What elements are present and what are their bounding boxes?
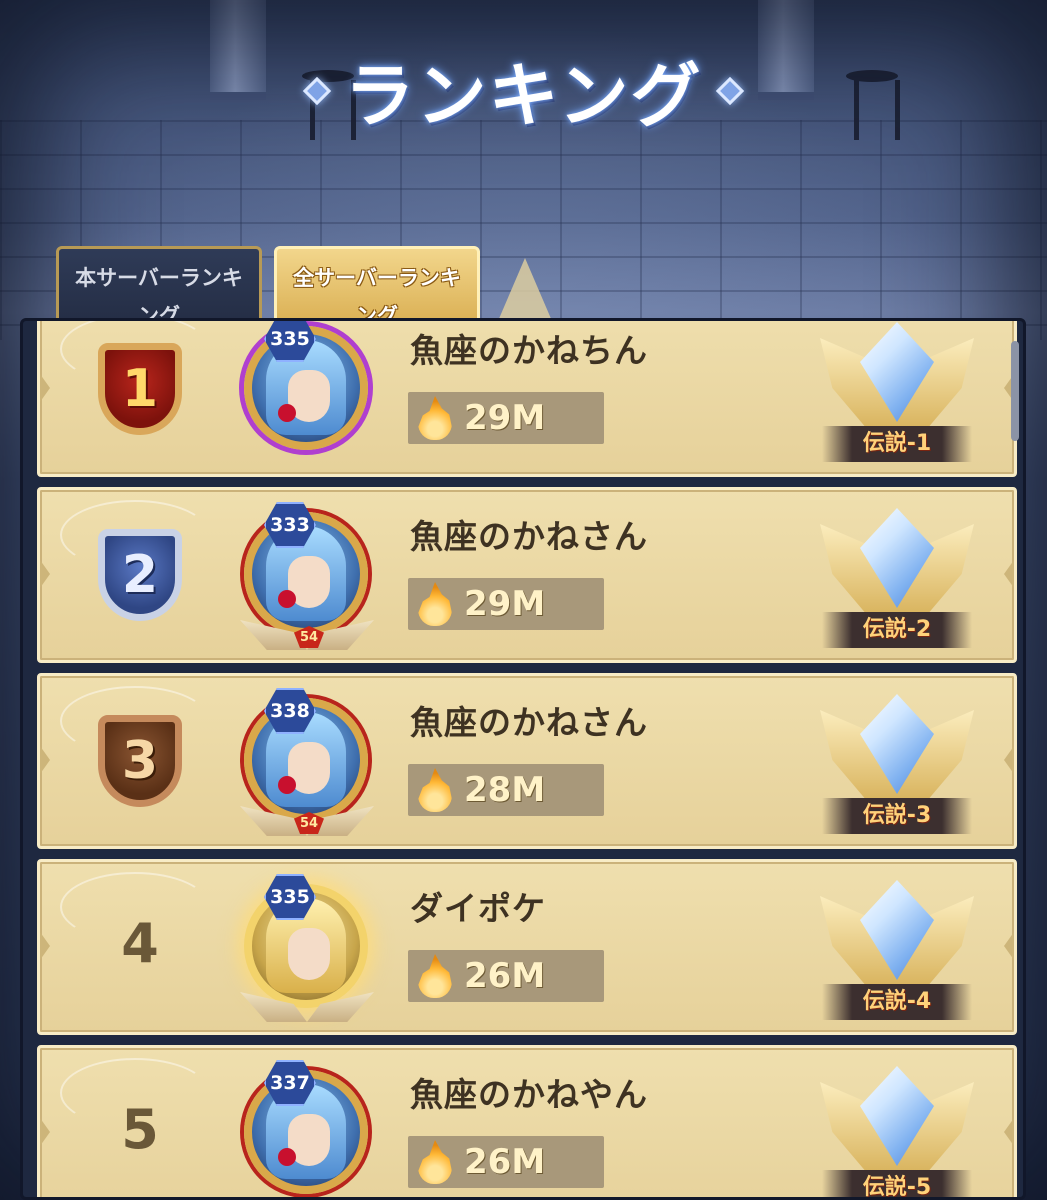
rank-badge-gold: 1	[88, 334, 192, 444]
avatar[interactable]: 54 333	[232, 502, 382, 652]
page-header: ランキング	[0, 40, 1047, 141]
rank-badge-bronze: 3	[88, 706, 192, 816]
avatar-rose	[278, 1148, 296, 1166]
avatar[interactable]: 335	[232, 874, 382, 1024]
power-value: 29M	[464, 584, 546, 624]
power-display: 26M	[408, 950, 604, 1002]
ranking-row-5[interactable]: 5 337 魚座のかねやん 26M 伝説-5	[37, 1045, 1017, 1197]
player-name: 魚座のかねさん	[410, 517, 648, 556]
ranking-row-3[interactable]: 3 54 338 魚座のかねさん 28M 伝説-3	[37, 673, 1017, 849]
player-name: 魚座のかねさん	[410, 703, 648, 742]
tier-label: 伝説-1	[822, 426, 972, 462]
power-value: 29M	[464, 398, 546, 438]
tier-emblem: 伝説-4	[812, 866, 982, 1032]
power-display: 29M	[408, 392, 604, 444]
avatar-rose	[278, 776, 296, 794]
rank-number: 1	[98, 343, 182, 435]
tier-emblem: 伝説-2	[812, 494, 982, 660]
rank-number: 2	[98, 529, 182, 621]
tier-emblem: 伝説-3	[812, 680, 982, 846]
flame-icon	[418, 1140, 452, 1184]
flame-icon	[418, 396, 452, 440]
avatar-rose	[278, 590, 296, 608]
avatar[interactable]: 337	[232, 1060, 382, 1197]
player-name: 魚座のかねちん	[410, 331, 648, 370]
tier-label: 伝説-4	[822, 984, 972, 1020]
power-display: 28M	[408, 764, 604, 816]
rank-number: 5	[121, 1098, 159, 1161]
rank-badge-silver: 2	[88, 520, 192, 630]
tier-label: 伝説-2	[822, 612, 972, 648]
ranking-row-4[interactable]: 4 335 ダイポケ 26M 伝説-4	[37, 859, 1017, 1035]
player-name: ダイポケ	[410, 889, 546, 928]
player-name: 魚座のかねやん	[410, 1075, 648, 1114]
avatar[interactable]: 335	[232, 321, 382, 466]
avatar-face	[288, 928, 330, 980]
tier-label: 伝説-3	[822, 798, 972, 834]
page-title: ランキング	[344, 55, 703, 137]
flame-icon	[418, 768, 452, 812]
power-value: 26M	[464, 1142, 546, 1182]
rank-number: 3	[98, 715, 182, 807]
ranking-row-1[interactable]: 1 335 魚座のかねちん 29M 伝説-1	[37, 321, 1017, 477]
flame-icon	[418, 582, 452, 626]
scrollbar[interactable]	[1011, 341, 1019, 441]
tier-emblem: 伝説-1	[812, 321, 982, 474]
power-value: 26M	[464, 956, 546, 996]
diamond-icon	[716, 76, 745, 105]
ranking-panel[interactable]: 1 335 魚座のかねちん 29M 伝説-1 2 54 333 魚座のかねさん …	[20, 318, 1026, 1200]
power-display: 29M	[408, 578, 604, 630]
avatar[interactable]: 54 338	[232, 688, 382, 838]
power-value: 28M	[464, 770, 546, 810]
rank-number: 4	[121, 912, 159, 975]
tier-emblem: 伝説-5	[812, 1052, 982, 1197]
ranking-row-2[interactable]: 2 54 333 魚座のかねさん 29M 伝説-2	[37, 487, 1017, 663]
tier-label: 伝説-5	[822, 1170, 972, 1197]
power-display: 26M	[408, 1136, 604, 1188]
avatar-rose	[278, 404, 296, 422]
flame-icon	[418, 954, 452, 998]
diamond-icon	[302, 76, 331, 105]
